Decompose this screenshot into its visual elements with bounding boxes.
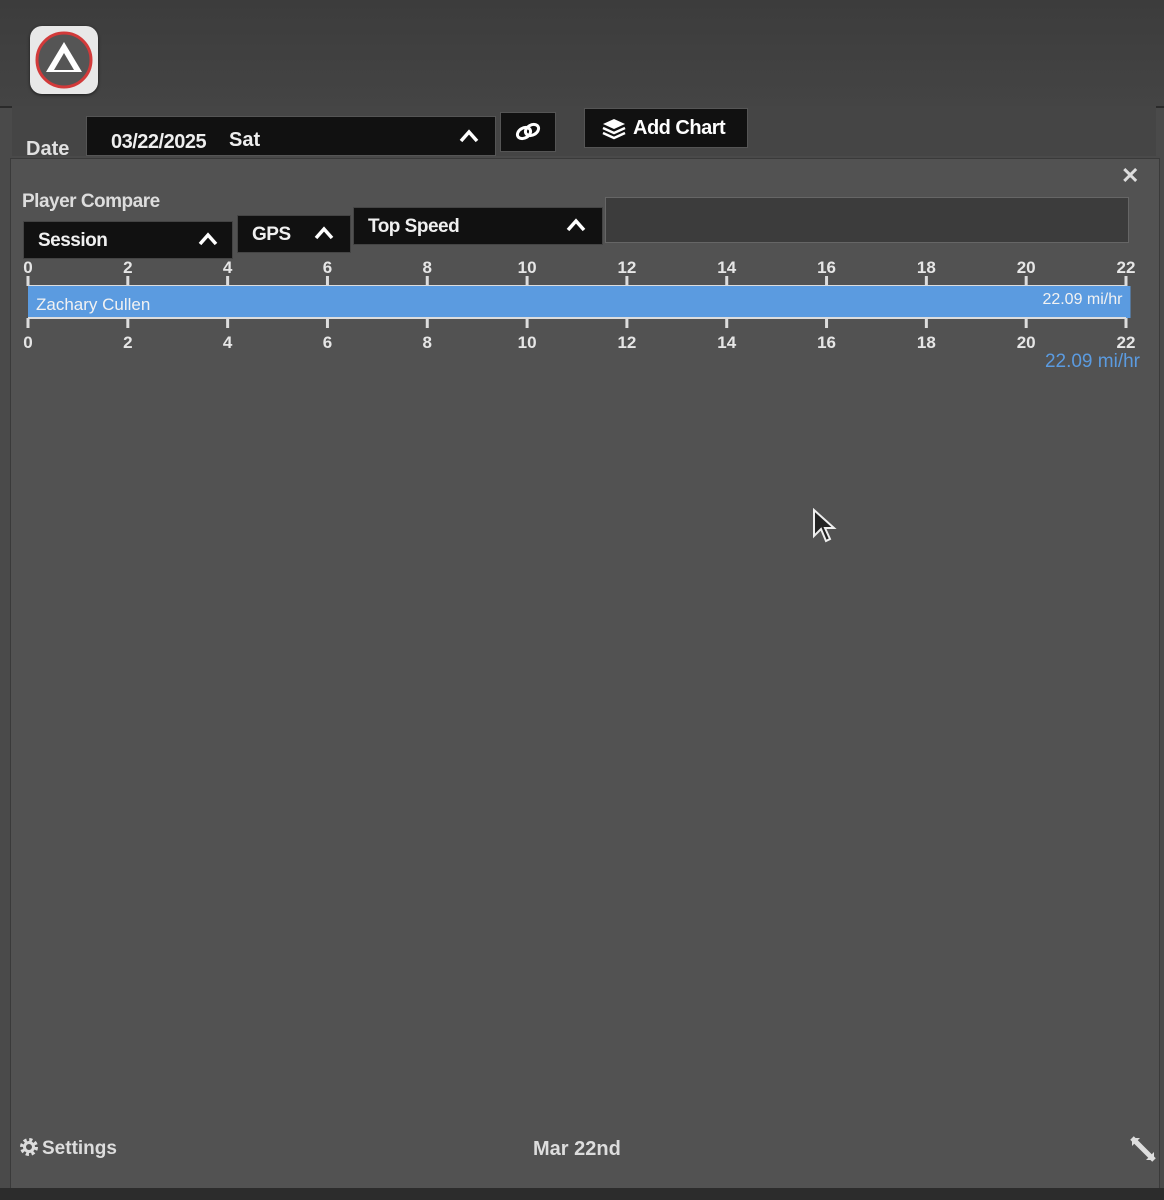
bottom-tick-label: 16 [817,333,836,352]
top-tick-label: 8 [423,258,432,277]
bottom-tick-label: 22 [1117,333,1136,352]
mouse-pointer-icon [812,507,838,549]
gear-icon [20,1138,38,1156]
top-tick-label: 12 [617,258,636,277]
bottom-tick-label: 8 [423,333,432,352]
top-tick-label: 14 [717,258,736,277]
bar-value-label: 22.09 mi/hr [1042,291,1123,308]
top-tick-label: 4 [223,258,233,277]
top-tick-label: 20 [1017,258,1036,277]
settings-label: Settings [42,1138,117,1159]
top-tick-label: 22 [1117,258,1136,277]
bottom-tick-label: 20 [1017,333,1036,352]
settings-button[interactable]: Settings [18,1136,117,1160]
top-tick-label: 18 [917,258,936,277]
bottom-tick-label: 0 [23,333,32,352]
top-tick-label: 0 [23,258,32,277]
bottom-tick-label: 12 [617,333,636,352]
resize-icon[interactable] [1128,1134,1158,1164]
total-value-label: 22.09 mi/hr [1045,351,1141,372]
bottom-tick-label: 6 [323,333,332,352]
footer-date: Mar 22nd [533,1138,621,1160]
bottom-tick-label: 2 [123,333,132,352]
top-tick-label: 16 [817,258,836,277]
bar-category-label: Zachary Cullen [36,295,150,314]
top-tick-label: 2 [123,258,132,277]
bar [28,286,1131,318]
bottom-tick-label: 4 [223,333,233,352]
bottom-tick-label: 14 [717,333,736,352]
bottom-tick-label: 18 [917,333,936,352]
top-tick-label: 10 [518,258,537,277]
top-tick-label: 6 [323,258,332,277]
bottom-tick-label: 10 [518,333,537,352]
top-speed-chart: Zachary Cullen 22.09 mi/hr002244668810101… [23,258,1141,372]
window-bottom-edge [0,1188,1164,1200]
